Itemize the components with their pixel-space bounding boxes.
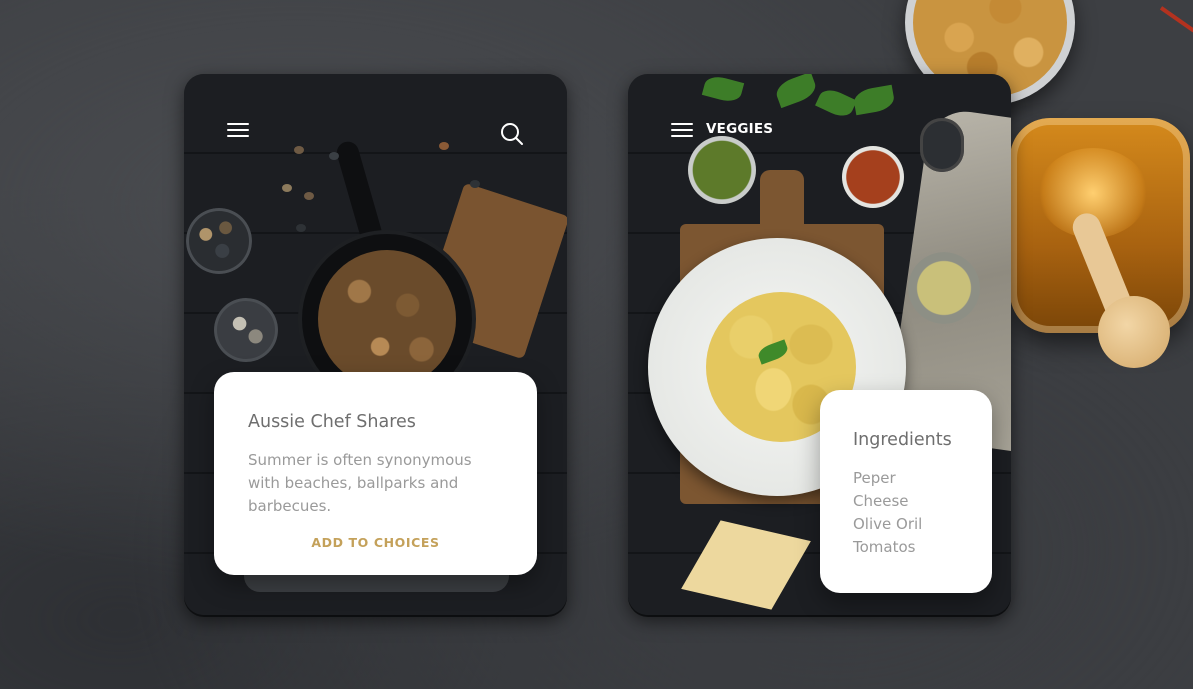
paprika-bowl bbox=[842, 146, 904, 208]
hamburger-menu-icon[interactable] bbox=[671, 123, 693, 137]
category-title: VEGGIES bbox=[706, 121, 774, 137]
ingredient-item: Peper bbox=[853, 469, 896, 487]
add-to-choices-button[interactable]: ADD TO CHOICES bbox=[214, 535, 537, 550]
scattered-nut bbox=[470, 180, 480, 188]
pepper-mill bbox=[920, 118, 964, 172]
ingredients-title: Ingredients bbox=[853, 430, 952, 450]
red-utensil-edge bbox=[1159, 0, 1193, 33]
scattered-nut bbox=[329, 152, 339, 160]
bowl-of-seeds bbox=[214, 298, 278, 362]
ingredients-list: Peper Cheese Olive Oril Tomatos bbox=[853, 467, 922, 559]
ingredient-item: Tomatos bbox=[853, 538, 916, 556]
ingredients-panel: Ingredients Peper Cheese Olive Oril Toma… bbox=[820, 390, 992, 593]
scattered-nut bbox=[282, 184, 292, 192]
ingredient-item: Olive Oril bbox=[853, 515, 923, 533]
recipe-title: Aussie Chef Shares bbox=[248, 412, 416, 432]
pesto-jar bbox=[688, 136, 756, 204]
scattered-nut bbox=[304, 192, 314, 200]
recipe-info-panel: Aussie Chef Shares Summer is often synon… bbox=[214, 372, 537, 575]
search-icon[interactable] bbox=[500, 122, 524, 146]
showcase-background: Aussie Chef Shares Summer is often synon… bbox=[0, 0, 1193, 689]
hamburger-menu-icon[interactable] bbox=[227, 123, 249, 137]
olive-oil-jar bbox=[908, 252, 980, 324]
scattered-nut bbox=[294, 146, 304, 154]
ingredient-item: Cheese bbox=[853, 492, 909, 510]
honey-dipper-head bbox=[1098, 296, 1170, 368]
scattered-nut bbox=[439, 142, 449, 150]
recipe-description: Summer is often synonymous with beaches,… bbox=[248, 451, 472, 515]
scattered-nut bbox=[296, 224, 306, 232]
bowl-of-hazelnuts bbox=[186, 208, 252, 274]
